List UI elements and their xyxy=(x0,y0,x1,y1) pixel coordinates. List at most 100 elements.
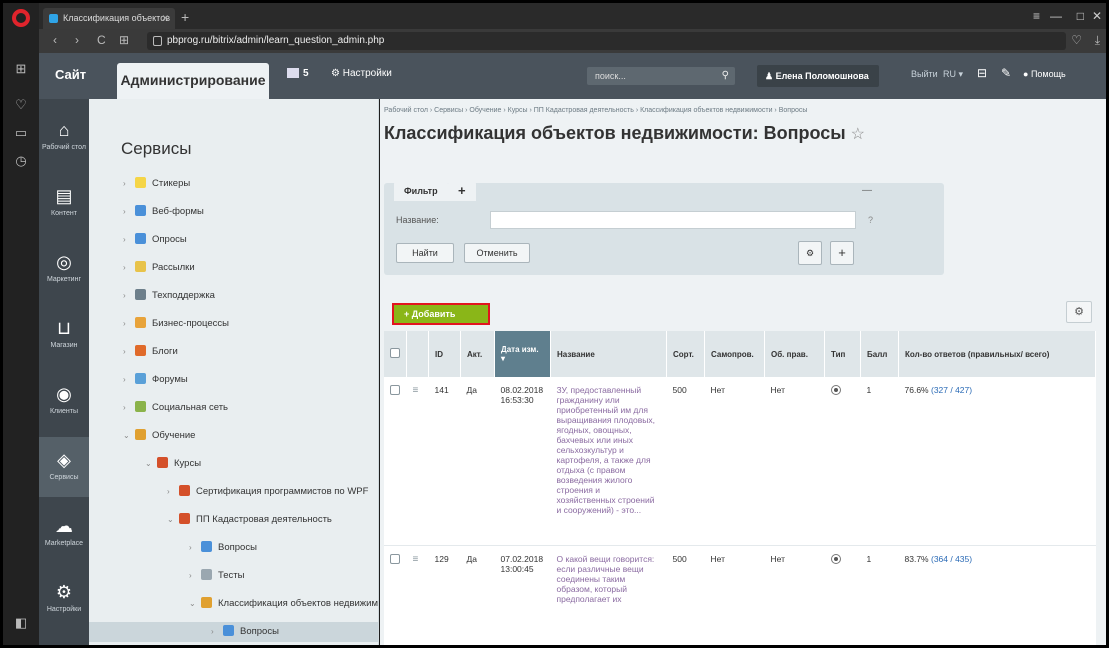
table-row[interactable]: ≡ 129 Да 07.02.2018 13:00:45 О какой вещи го… xyxy=(384,545,1096,645)
tree-item[interactable]: ⌄ ПП Кадастровая деятельность xyxy=(167,510,332,530)
chevron-right-icon[interactable]: › xyxy=(189,566,201,586)
column-correct[interactable]: Об. прав. xyxy=(764,331,825,377)
history-icon[interactable]: ◷ xyxy=(13,153,29,169)
chevron-right-icon[interactable]: › xyxy=(123,230,135,250)
table-row[interactable]: ≡ 141 Да 08.02.2018 16:53:30 ЗУ, предоставле… xyxy=(384,377,1096,546)
column-self[interactable]: Самопров. xyxy=(704,331,765,377)
tree-item[interactable]: ⌄ Курсы xyxy=(145,454,201,474)
panel-toggle-icon[interactable]: ⊟ xyxy=(977,66,987,80)
cancel-button[interactable]: Отменить xyxy=(464,243,530,263)
chevron-right-icon[interactable]: › xyxy=(123,342,135,362)
menu-settings[interactable]: ⚙ Настройки xyxy=(39,569,89,629)
chevron-right-icon[interactable]: › xyxy=(189,538,201,558)
tree-item[interactable]: › Вопросы xyxy=(189,538,257,558)
tree-item[interactable]: › Блоги xyxy=(123,342,178,362)
menu-icon[interactable]: ≡ xyxy=(413,554,419,565)
tab-filter[interactable]: Фильтр xyxy=(394,181,448,201)
menu-clients[interactable]: ◉ Клиенты xyxy=(39,371,89,431)
chevron-right-icon[interactable]: › xyxy=(123,314,135,334)
logout-link[interactable]: Выйти xyxy=(911,69,938,79)
column-score[interactable]: Балл xyxy=(860,331,899,377)
menu-services[interactable]: ◈ Сервисы xyxy=(39,437,89,497)
select-all-column[interactable] xyxy=(384,331,407,377)
column-name[interactable]: Название xyxy=(550,331,667,377)
cell-name[interactable]: ЗУ, предоставленный гражданину или приоб… xyxy=(550,377,667,546)
breadcrumb[interactable]: Рабочий стол › Сервисы › Обучение › Курс… xyxy=(384,107,807,114)
reload-icon[interactable]: C xyxy=(97,33,106,47)
tree-item[interactable]: › Сертификация программистов по WPF xyxy=(167,482,368,502)
row-select-cell[interactable] xyxy=(384,377,407,546)
cell-name[interactable]: О какой вещи говорится: если различные в… xyxy=(550,545,667,645)
tree-item[interactable]: › Вопросы xyxy=(89,622,378,642)
tree-item[interactable]: › Социальная сеть xyxy=(123,398,228,418)
chevron-right-icon[interactable]: › xyxy=(123,174,135,194)
chevron-down-icon[interactable]: ⌄ xyxy=(189,594,201,614)
column-active[interactable]: Акт. xyxy=(460,331,495,377)
back-icon[interactable]: ‹ xyxy=(53,33,57,47)
close-tab-icon[interactable]: ✕ xyxy=(161,8,169,29)
tree-item[interactable]: › Тесты xyxy=(189,566,244,586)
column-type[interactable]: Тип xyxy=(824,331,861,377)
pin-icon[interactable]: ✎ xyxy=(1001,66,1011,80)
column-sort[interactable]: Сорт. xyxy=(666,331,705,377)
add-button[interactable]: + Добавить xyxy=(392,303,490,325)
chevron-right-icon[interactable]: › xyxy=(123,370,135,390)
maximize-icon[interactable]: □ xyxy=(1077,9,1084,23)
add-filter-tab-icon[interactable]: + xyxy=(448,181,476,201)
tree-item[interactable]: › Опросы xyxy=(123,230,187,250)
favorite-star-icon[interactable]: ☆ xyxy=(851,126,865,143)
menu-desktop[interactable]: ⌂ Рабочий стол xyxy=(39,107,89,167)
answers-link[interactable]: (364 / 435) xyxy=(931,554,972,564)
chevron-right-icon[interactable]: › xyxy=(123,202,135,222)
forward-icon[interactable]: › xyxy=(75,33,79,47)
messenger-icon[interactable]: ▭ xyxy=(13,125,29,141)
chevron-right-icon[interactable]: › xyxy=(123,258,135,278)
column-id[interactable]: ID xyxy=(428,331,461,377)
settings-link[interactable]: ⚙ Настройки xyxy=(331,68,392,79)
opera-logo-icon[interactable] xyxy=(12,9,30,27)
chevron-right-icon[interactable]: › xyxy=(211,622,223,642)
column-answers[interactable]: Кол-во ответов (правильных/ всего) xyxy=(898,331,1096,377)
tree-item[interactable]: › Стикеры xyxy=(123,174,190,194)
menu-marketing[interactable]: ◎ Маркетинг xyxy=(39,239,89,299)
easy-setup-icon[interactable]: ≡ xyxy=(1033,9,1040,23)
menu-shop[interactable]: ⊔ Магазин xyxy=(39,305,89,365)
tree-item[interactable]: › Форумы xyxy=(123,370,188,390)
help-icon[interactable]: ? xyxy=(868,215,873,225)
chevron-down-icon[interactable]: ⌄ xyxy=(167,510,179,530)
close-window-icon[interactable]: ✕ xyxy=(1092,9,1102,23)
row-menu-cell[interactable]: ≡ xyxy=(406,377,429,546)
sidebar-toggle-icon[interactable]: ◧ xyxy=(13,615,29,631)
chevron-right-icon[interactable]: › xyxy=(167,482,179,502)
tree-item[interactable]: ⌄ Обучение xyxy=(123,426,195,446)
add-filter-field-icon[interactable]: + xyxy=(830,241,854,265)
tree-item[interactable]: ⌄ Классификация объектов недвижим xyxy=(189,594,378,614)
tree-item[interactable]: › Веб-формы xyxy=(123,202,204,222)
grid-settings-icon[interactable]: ⚙ xyxy=(1066,301,1092,323)
minimize-icon[interactable]: — xyxy=(1050,9,1062,23)
filter-settings-icon[interactable]: ⚙ xyxy=(798,241,822,265)
speed-dial-button-icon[interactable]: ⊞ xyxy=(119,33,129,47)
menu-marketplace[interactable]: ☁ Marketplace xyxy=(39,503,89,563)
search-icon[interactable]: ⚲ xyxy=(722,67,729,85)
row-checkbox[interactable] xyxy=(390,553,400,564)
chevron-down-icon[interactable]: ⌄ xyxy=(145,454,157,474)
bookmark-heart-icon[interactable]: ♡ xyxy=(1071,33,1082,47)
help-button[interactable]: ● Помощь xyxy=(1023,69,1066,79)
download-icon[interactable]: ⤓ xyxy=(1095,33,1100,48)
tree-item[interactable]: › Техподдержка xyxy=(123,286,215,306)
find-button[interactable]: Найти xyxy=(396,243,454,263)
tree-item[interactable]: › Бизнес-процессы xyxy=(123,314,229,334)
chevron-right-icon[interactable]: › xyxy=(123,398,135,418)
tree-item[interactable]: › Рассылки xyxy=(123,258,195,278)
new-tab-icon[interactable]: + xyxy=(181,8,189,26)
heart-icon[interactable]: ♡ xyxy=(13,97,29,113)
menu-content[interactable]: ▤ Контент xyxy=(39,173,89,233)
collapse-filter-icon[interactable]: — xyxy=(862,185,872,196)
user-button[interactable]: ♟ Елена Поломошнова xyxy=(757,65,879,87)
filter-name-input[interactable] xyxy=(490,211,856,229)
speed-dial-icon[interactable]: ⊞ xyxy=(13,61,29,77)
select-all-checkbox[interactable] xyxy=(390,348,400,358)
row-menu-cell[interactable]: ≡ xyxy=(406,545,429,645)
chevron-right-icon[interactable]: › xyxy=(123,286,135,306)
